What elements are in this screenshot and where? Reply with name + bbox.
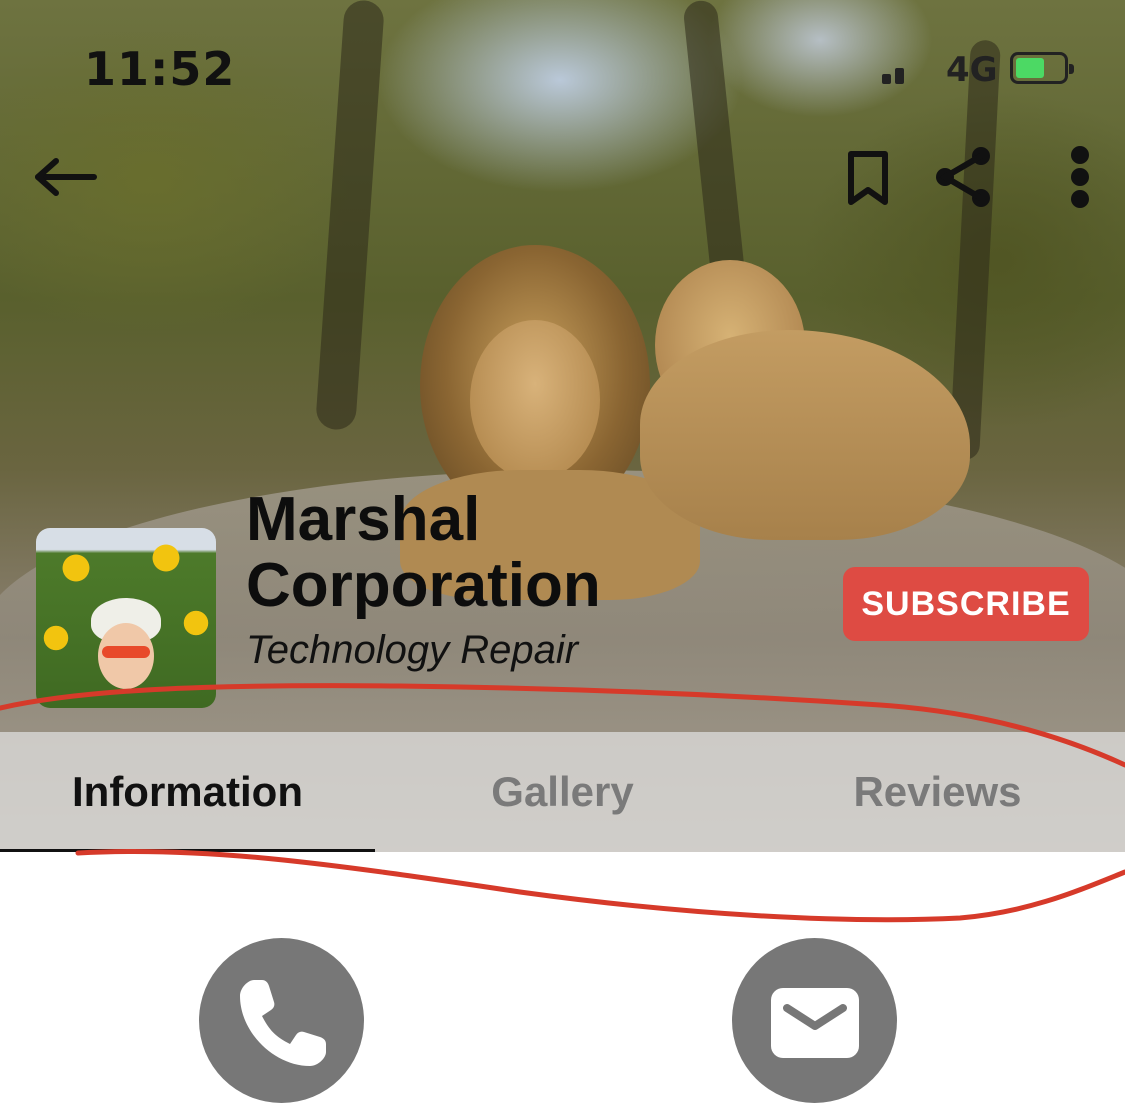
signal-icon [882, 66, 906, 84]
subscribe-button[interactable]: SUBSCRIBE [843, 567, 1089, 641]
more-vertical-icon [1071, 146, 1089, 208]
profile-avatar [36, 528, 216, 708]
tab-gallery[interactable]: Gallery [375, 732, 750, 852]
business-name-line2: Corporation [246, 551, 601, 620]
bookmark-icon [848, 151, 888, 205]
cover-photo [0, 0, 1125, 852]
phone-icon [239, 980, 326, 1066]
share-button[interactable] [930, 144, 996, 210]
email-button[interactable] [732, 938, 897, 1103]
tab-reviews[interactable]: Reviews [750, 732, 1125, 852]
call-button[interactable] [199, 938, 364, 1103]
network-type: 4G [946, 50, 998, 90]
mail-icon [770, 988, 859, 1058]
business-name-line1: Marshal [246, 485, 481, 554]
status-time: 11:52 [84, 42, 236, 96]
battery-icon [1010, 52, 1074, 84]
business-name: Marshal Corporation [246, 487, 601, 619]
more-button[interactable] [1056, 144, 1104, 210]
tab-information[interactable]: Information [0, 732, 375, 852]
arrow-left-icon [35, 158, 97, 196]
share-icon [936, 147, 990, 207]
back-button[interactable] [30, 150, 102, 204]
bookmark-button[interactable] [842, 146, 894, 210]
business-category: Technology Repair [246, 628, 579, 672]
tab-bar: Information Gallery Reviews [0, 732, 1125, 852]
